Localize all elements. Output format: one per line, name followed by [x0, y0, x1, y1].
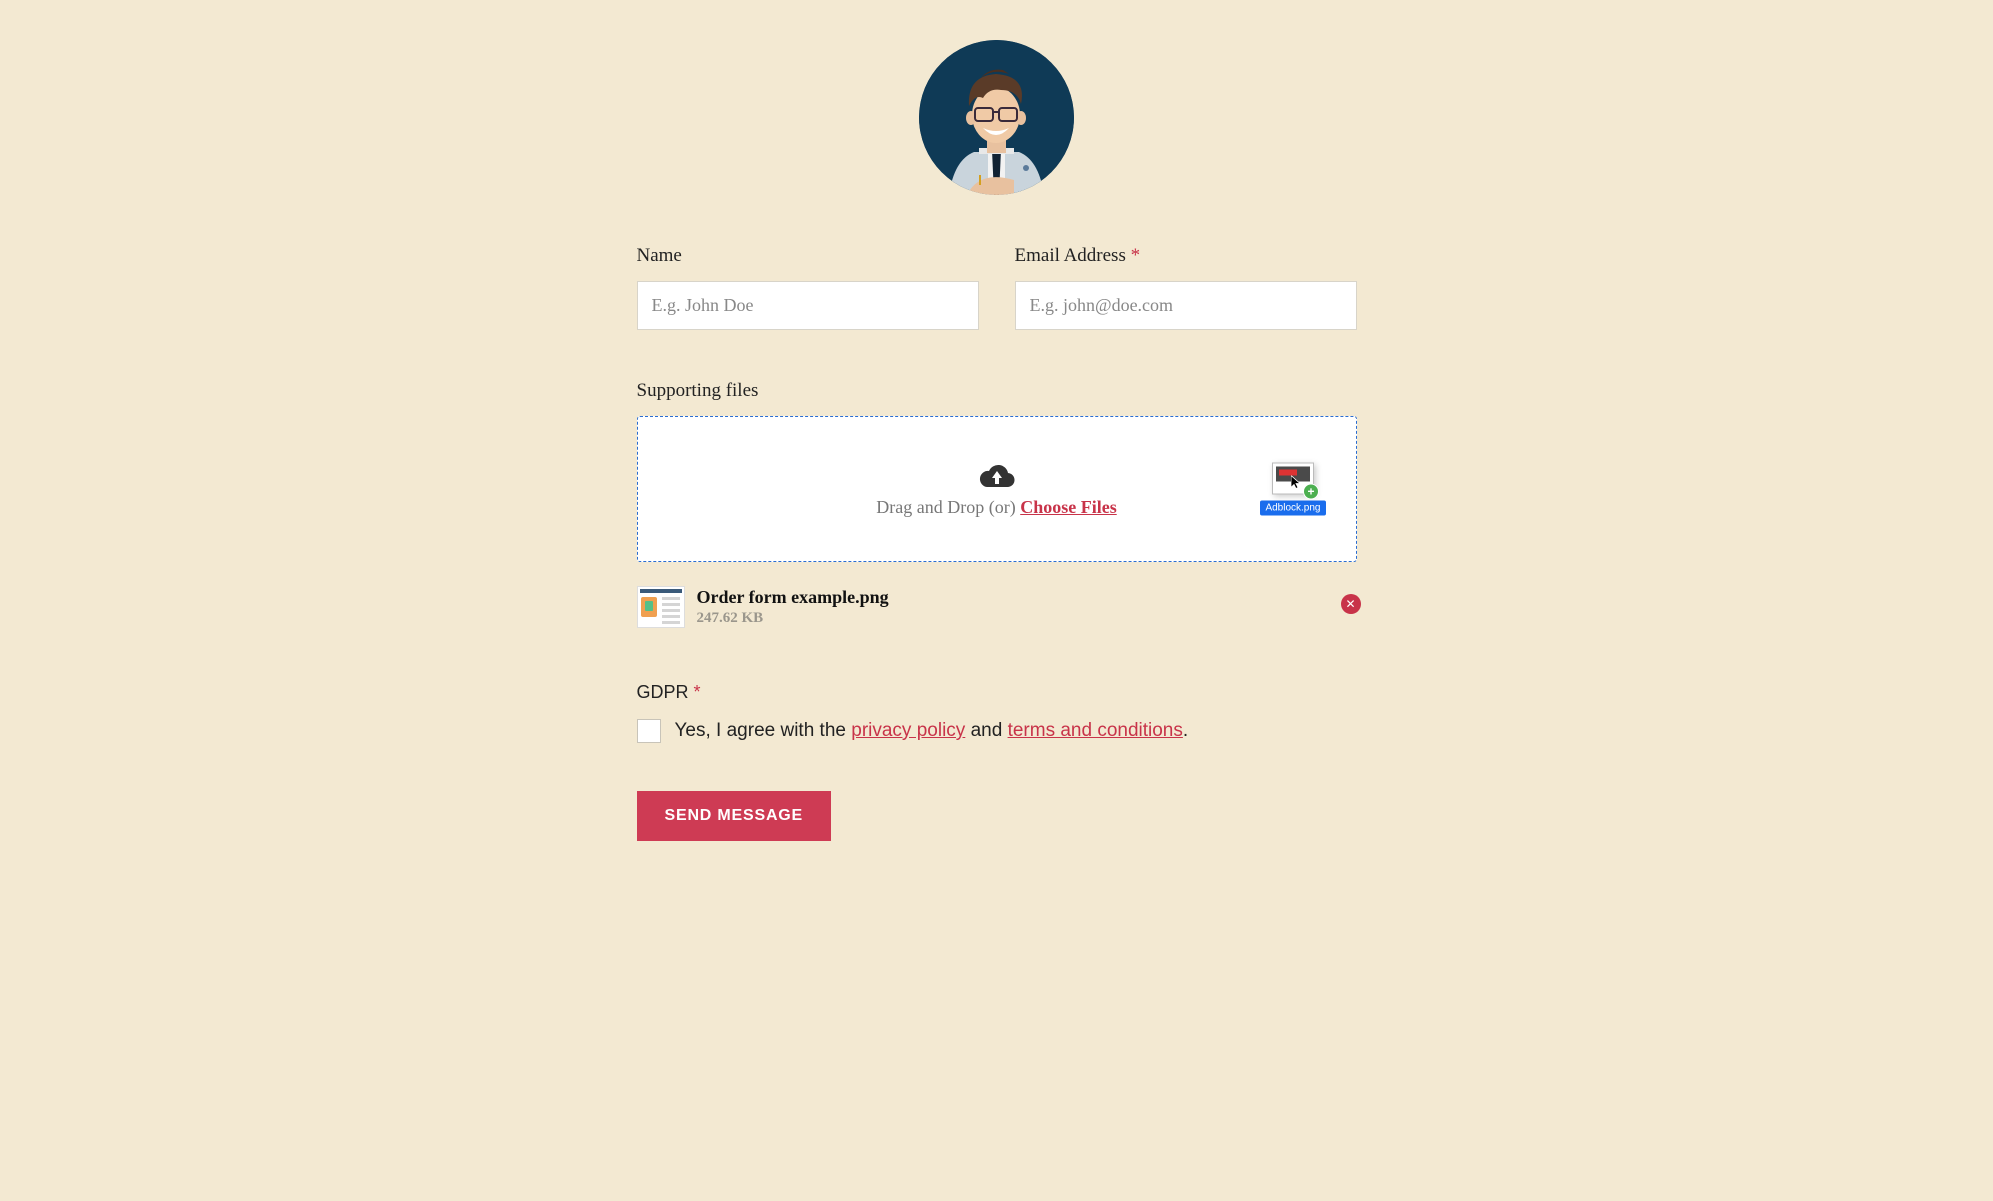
email-input[interactable]	[1015, 281, 1357, 330]
choose-files-link[interactable]: Choose Files	[1020, 497, 1117, 517]
required-mark: *	[694, 682, 701, 702]
name-input[interactable]	[637, 281, 979, 330]
upload-label: Supporting files	[637, 380, 1357, 402]
file-dropzone[interactable]: Drag and Drop (or) Choose Files + Adbloc…	[637, 416, 1357, 562]
drag-ghost: + Adblock.png	[1260, 463, 1325, 516]
name-label: Name	[637, 245, 979, 267]
email-label: Email Address *	[1015, 245, 1357, 267]
gdpr-checkbox[interactable]	[637, 719, 661, 743]
gdpr-label: GDPR *	[637, 682, 1357, 703]
avatar-wrap	[637, 40, 1357, 195]
dropzone-text: Drag and Drop (or) Choose Files	[876, 497, 1116, 518]
file-name: Order form example.png	[697, 587, 1357, 608]
avatar-illustration	[919, 40, 1074, 195]
remove-file-button[interactable]: ✕	[1341, 594, 1361, 614]
cloud-upload-icon	[978, 461, 1016, 489]
drag-ghost-filename: Adblock.png	[1260, 501, 1325, 516]
privacy-policy-link[interactable]: privacy policy	[851, 720, 965, 741]
required-mark: *	[1131, 245, 1141, 266]
uploaded-file-item: Order form example.png 247.62 KB ✕	[637, 586, 1357, 628]
send-message-button[interactable]: SEND MESSAGE	[637, 791, 832, 841]
terms-link[interactable]: terms and conditions	[1008, 720, 1183, 741]
gdpr-consent-text: Yes, I agree with the privacy policy and…	[675, 720, 1189, 742]
file-size: 247.62 KB	[697, 610, 1357, 627]
file-thumbnail	[637, 586, 685, 628]
